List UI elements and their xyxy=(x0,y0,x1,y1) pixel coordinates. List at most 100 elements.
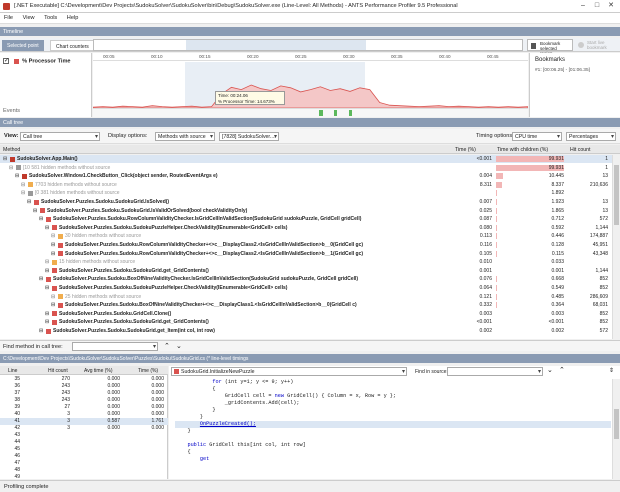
code-line[interactable]: GridCell cell = new GridCell() { Column … xyxy=(175,393,611,400)
timeline-chart[interactable]: 00:05 00:10 00:15 00:20 00:25 00:30 00:3… xyxy=(93,53,528,117)
menu-file[interactable]: File xyxy=(0,13,17,23)
table-row[interactable]: ⊟ 7703 hidden methods without source 8.311… xyxy=(0,181,612,189)
col-time[interactable]: Time (%) xyxy=(455,147,476,153)
line-row[interactable]: 38 243 0.000 0.000 xyxy=(0,397,168,404)
table-row[interactable]: ⊟ SudokuSolver.Puzzles.Sudoku.BoxOfNineVa… xyxy=(0,275,612,283)
expand-icon[interactable]: ⊟ xyxy=(45,267,49,275)
bookmark-selected-region-button[interactable]: Bookmark selected region xyxy=(527,39,573,56)
table-row[interactable]: ⊟ SudokuSolver.Puzzles.Sudoku.SudokuGrid.… xyxy=(0,318,612,326)
expand-icon[interactable]: ⊟ xyxy=(39,215,43,223)
line-row[interactable]: 40 3 0.000 0.000 xyxy=(0,411,168,418)
event-marker[interactable] xyxy=(349,110,352,116)
line-row[interactable]: 42 3 0.000 0.000 xyxy=(0,425,168,432)
code-line[interactable]: { xyxy=(175,386,611,393)
menu-view[interactable]: View xyxy=(19,13,39,23)
thread-select[interactable]: [7828] SudokuSolver.... xyxy=(219,132,279,141)
code-line[interactable]: } xyxy=(175,414,611,421)
table-row[interactable]: ⊟ SudokuSolver.Puzzles.Sudoku.SudokuGrid.… xyxy=(0,327,612,335)
line-row[interactable]: 35 270 0.000 0.000 xyxy=(0,376,168,383)
expand-icon[interactable]: ⊟ xyxy=(21,181,25,189)
scroll-thumb[interactable] xyxy=(614,165,619,225)
table-row[interactable]: ⊟ SudokuSolver.Puzzles.Sudoku.SudokuPuzzl… xyxy=(0,284,612,292)
unit-select[interactable]: Percentages xyxy=(566,132,616,141)
maximize-icon[interactable]: □ xyxy=(590,1,604,11)
timeline-overview[interactable] xyxy=(93,39,523,51)
expand-icon[interactable]: ⊟ xyxy=(45,318,49,326)
menu-help[interactable]: Help xyxy=(63,13,83,23)
table-row[interactable]: ⊟ SudokuSolver.Puzzles.Sudoku.SudokuGrid.… xyxy=(0,198,612,206)
menu-tools[interactable]: Tools xyxy=(40,13,61,23)
find-source-input[interactable] xyxy=(447,367,543,376)
line-row[interactable]: 46 xyxy=(0,453,168,460)
table-row[interactable]: ⊟ 25 hidden methods without source 0.121 0.… xyxy=(0,293,612,301)
line-row[interactable]: 36 243 0.000 0.000 xyxy=(0,383,168,390)
table-row[interactable]: ⊟ [0 381 hidden methods without source 1.8… xyxy=(0,189,612,197)
counter-checkbox[interactable] xyxy=(3,57,9,64)
expand-icon[interactable]: ⊟ xyxy=(21,189,25,197)
line-row[interactable]: 39 27 0.000 0.000 xyxy=(0,404,168,411)
line-row[interactable]: 43 xyxy=(0,432,168,439)
code-line[interactable]: public GridCell this[int col, int row] xyxy=(175,442,611,449)
counter-row[interactable]: % Processor Time xyxy=(3,57,71,64)
table-row[interactable]: ⊟ SudokuSolver.Puzzles.Sudoku.RowColumnVa… xyxy=(0,215,612,223)
tab-selected-point[interactable]: Selected point xyxy=(2,40,44,51)
expand-icon[interactable]: ⊟ xyxy=(9,164,13,172)
code-line[interactable]: OnPuzzleCreated(); xyxy=(175,421,611,428)
find-method-input[interactable] xyxy=(72,342,158,351)
table-row[interactable]: ⊟ SudokuSolver.Puzzles.Sudoku.SudokuPuzzl… xyxy=(0,224,612,232)
expand-icon[interactable]: ⊟ xyxy=(3,155,7,163)
expand-icon[interactable]: ⊟ xyxy=(45,258,49,266)
expand-icon[interactable]: ⊟ xyxy=(45,310,49,318)
method-link[interactable]: OnPuzzleCreated(); xyxy=(200,421,256,427)
expand-icon[interactable]: ⊟ xyxy=(51,232,55,240)
find-source-up-icon[interactable]: ⌃ xyxy=(559,366,565,374)
timing-select[interactable]: CPU time xyxy=(512,132,562,141)
table-row[interactable]: ⊟ SudokuSolver.Puzzles.Sudoku.SudokuGrid.… xyxy=(0,267,612,275)
line-row[interactable]: 37 243 0.000 0.000 xyxy=(0,390,168,397)
expand-icon[interactable]: ⊟ xyxy=(33,207,37,215)
table-row[interactable]: ⊟ SudokuSolver.Puzzles.Sudoku.RowColumnVa… xyxy=(0,241,612,249)
expand-icon[interactable]: ⊟ xyxy=(15,172,19,180)
event-marker[interactable] xyxy=(319,110,323,116)
find-down-icon[interactable]: ⌄ xyxy=(176,342,182,350)
view-select[interactable]: Call tree xyxy=(20,132,100,141)
method-select[interactable]: SudokuGrid.InitializeNewPuzzle xyxy=(171,367,407,376)
display-options-select[interactable]: Methods with source xyxy=(155,132,215,141)
line-row[interactable]: 47 xyxy=(0,460,168,467)
event-marker[interactable] xyxy=(334,110,337,116)
col-method[interactable]: Method xyxy=(3,147,20,153)
expand-icon[interactable]: ⊟ xyxy=(39,275,43,283)
close-icon[interactable]: ✕ xyxy=(604,1,618,11)
overview-selection[interactable] xyxy=(186,40,366,50)
expand-icon[interactable]: ⊟ xyxy=(51,241,55,249)
expand-icon[interactable]: ⊟ xyxy=(45,284,49,292)
line-row[interactable]: 41 3 0.587 1.761 xyxy=(0,418,168,425)
table-row[interactable]: ⊟ [10 581 hidden methods without source 99… xyxy=(0,164,612,172)
table-row[interactable]: ⊟ SudokuSolver.Puzzles.Sudoku.RowColumnVa… xyxy=(0,250,612,258)
tab-chart-counters[interactable]: Chart counters xyxy=(50,40,95,51)
source-scrollbar[interactable] xyxy=(612,379,620,479)
code-line[interactable]: get xyxy=(175,456,611,463)
expand-icon[interactable]: ⊟ xyxy=(51,250,55,258)
expand-icon[interactable]: ⊟ xyxy=(45,224,49,232)
code-line[interactable]: for (int y=1; y <= 9; y++) xyxy=(175,379,611,386)
table-row[interactable]: ⊟ 30 hidden methods without source 0.113 0.… xyxy=(0,232,612,240)
col-line-time[interactable]: Time (%) xyxy=(138,368,158,374)
col-line[interactable]: Line xyxy=(8,368,17,374)
col-hit-count[interactable]: Hit count xyxy=(570,147,590,153)
expand-icon[interactable]: ⊟ xyxy=(39,327,43,335)
call-tree-scrollbar[interactable] xyxy=(612,155,620,339)
start-live-bookmark-button[interactable]: Start live bookmark xyxy=(575,39,619,51)
line-row[interactable]: 44 xyxy=(0,439,168,446)
bookmark-item[interactable]: #1: [00:06.25] - [01:06.35] xyxy=(535,68,590,73)
find-up-icon[interactable]: ⌃ xyxy=(164,342,170,350)
code-line[interactable]: { xyxy=(175,449,611,456)
table-row[interactable]: ⊟ SudokuSolver.Puzzles.Sudoku.GridCell.Cl… xyxy=(0,310,612,318)
table-row[interactable]: ⊟ SudokuSolver.Window1.CheckButton_Click(… xyxy=(0,172,612,180)
code-line[interactable]: } xyxy=(175,428,611,435)
expand-icon[interactable]: ⊟ xyxy=(51,293,55,301)
scroll-thumb[interactable] xyxy=(614,409,619,439)
table-row[interactable]: ⊟ SudokuSolver.App.Main() <0.001 99.931 1 xyxy=(0,155,612,163)
expand-icon[interactable]: ⊟ xyxy=(27,198,31,206)
minimize-icon[interactable]: – xyxy=(576,1,590,11)
